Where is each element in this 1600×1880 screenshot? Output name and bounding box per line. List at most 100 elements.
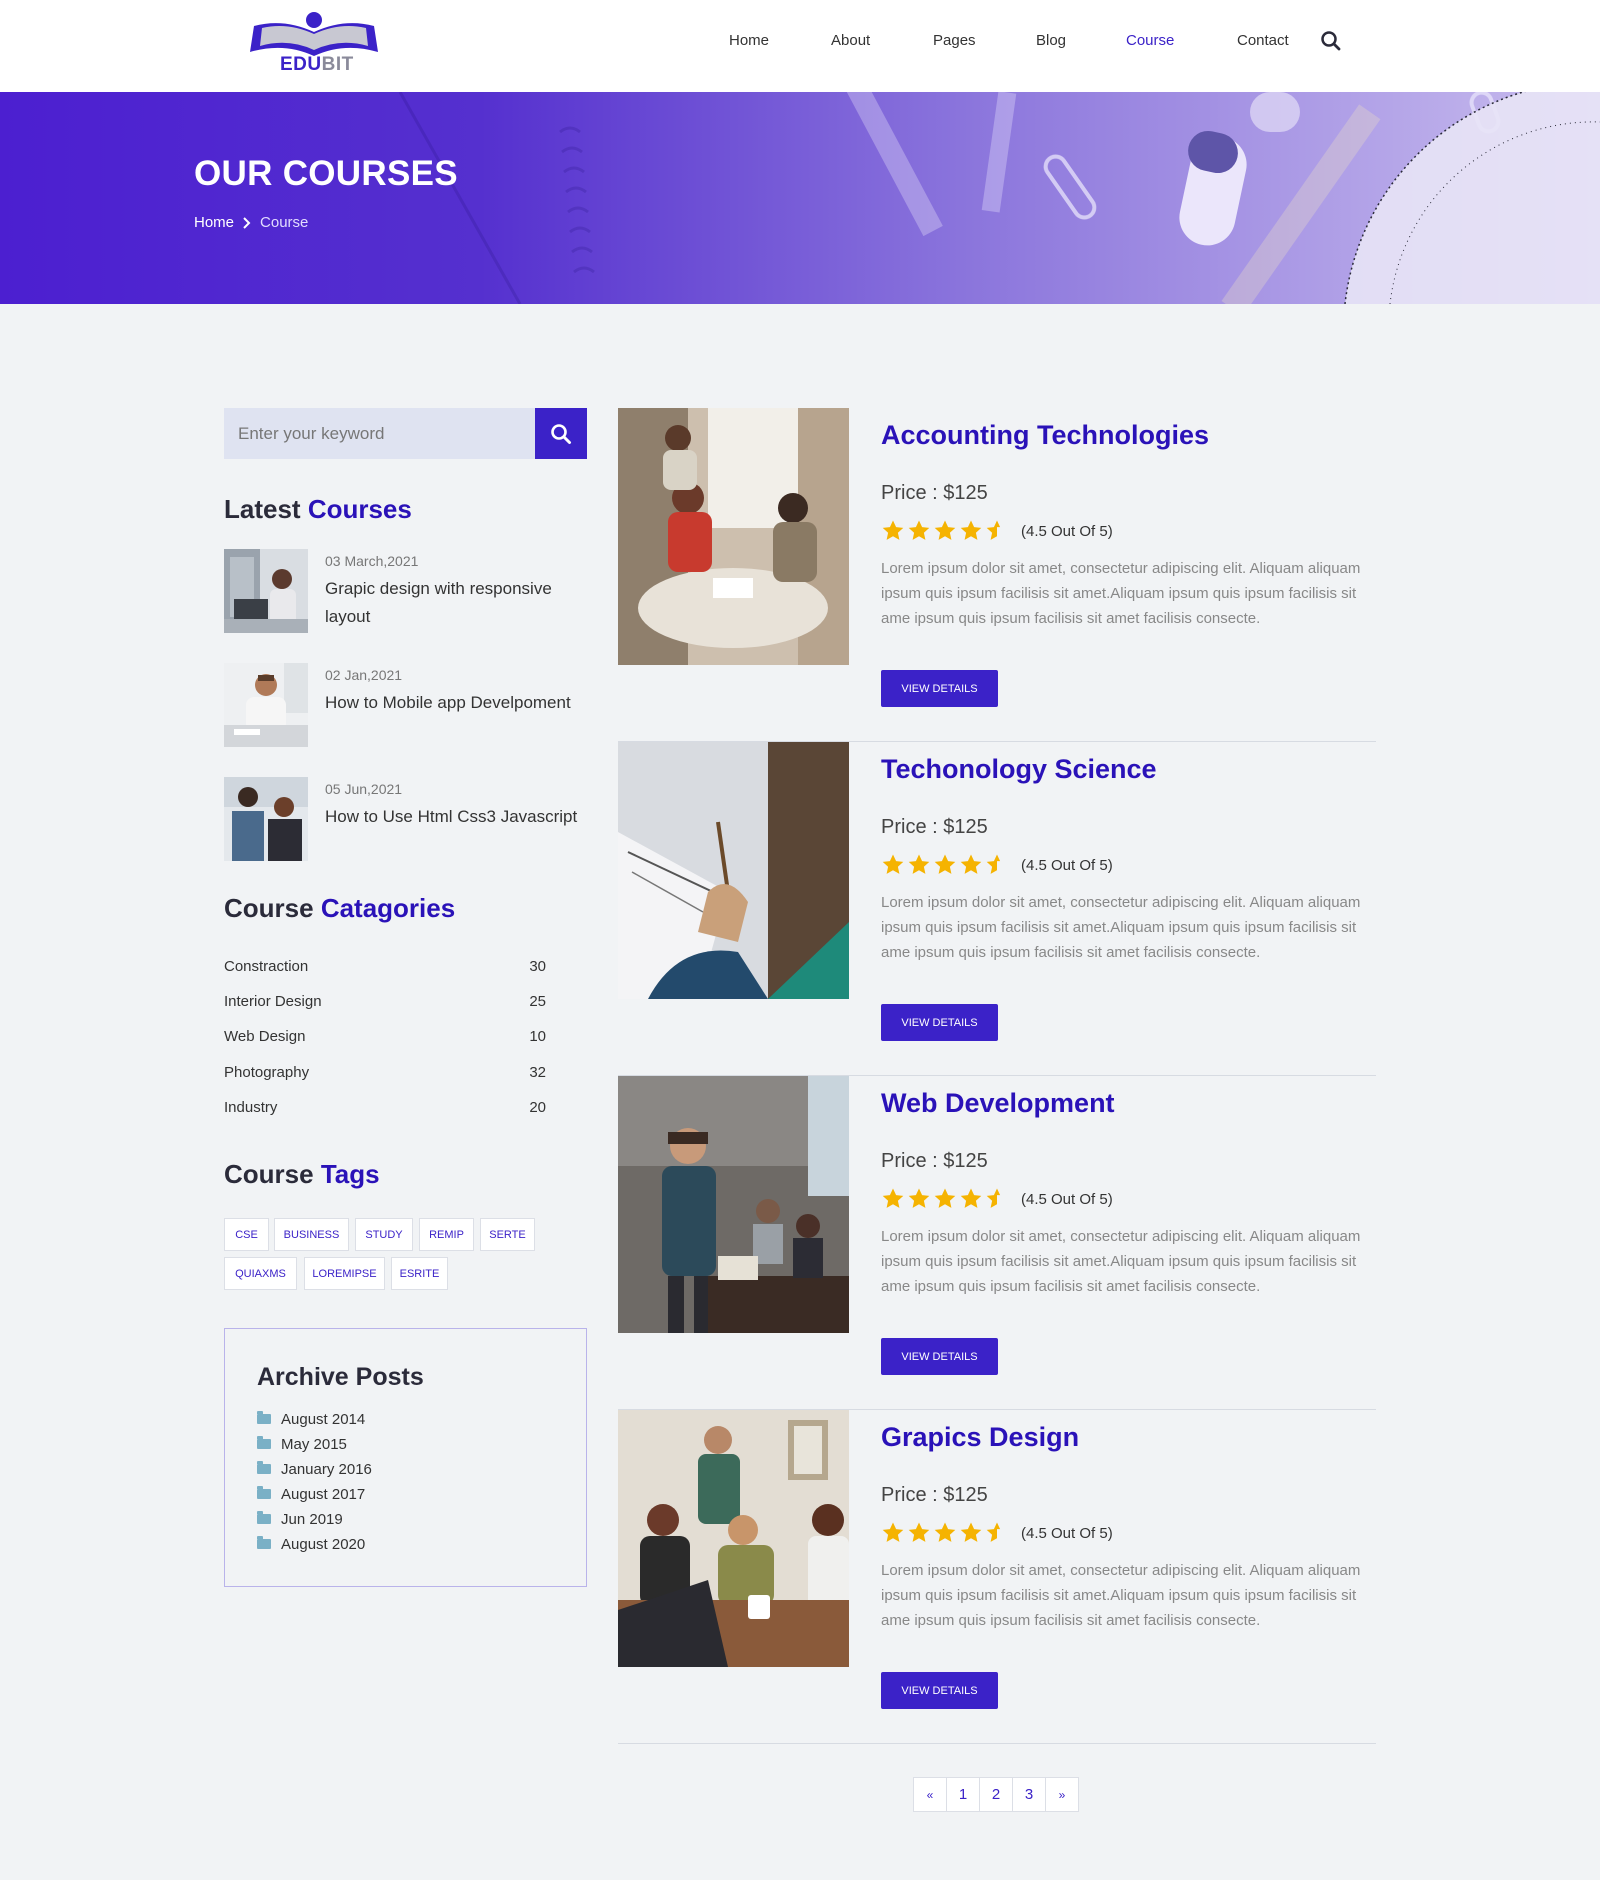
nav-pages[interactable]: Pages xyxy=(933,32,976,49)
archive-item-label: January 2016 xyxy=(281,1460,372,1478)
category-name: Web Design xyxy=(224,1028,306,1045)
category-count: 32 xyxy=(529,1064,546,1081)
category-item[interactable]: Web Design 10 xyxy=(224,1028,546,1050)
pagination-page-1[interactable]: 1 xyxy=(946,1777,980,1812)
nav-about[interactable]: About xyxy=(831,32,870,49)
star-icon xyxy=(960,1188,982,1208)
star-icon xyxy=(882,1188,904,1208)
course-description: Lorem ipsum dolor sit amet, consectetur … xyxy=(881,894,1361,961)
categories-heading: Course Catagories xyxy=(224,893,455,924)
archive-item[interactable]: January 2016 xyxy=(257,1459,372,1479)
course-title[interactable]: Grapics Design xyxy=(881,1422,1079,1453)
archive-item[interactable]: August 2017 xyxy=(257,1484,365,1504)
latest-course-thumbnail xyxy=(224,663,308,747)
course-description: Lorem ipsum dolor sit amet, consectetur … xyxy=(881,560,1361,627)
chevron-right-icon xyxy=(243,216,251,229)
category-name: Photography xyxy=(224,1064,310,1081)
course-title[interactable]: Accounting Technologies xyxy=(881,420,1209,451)
course-rating: (4.5 Out Of 5) xyxy=(881,1520,1113,1546)
tag-remip[interactable]: REMIP xyxy=(419,1218,474,1251)
course-price: Price : $125 xyxy=(881,1484,988,1506)
course-title[interactable]: Web Development xyxy=(881,1088,1115,1119)
tag-quiaxms[interactable]: QUIAXMS xyxy=(224,1257,297,1290)
star-icon xyxy=(908,854,930,874)
category-item[interactable]: Industry 20 xyxy=(224,1099,546,1121)
view-details-button[interactable]: VIEW DETAILS xyxy=(881,670,998,707)
star-icon xyxy=(882,854,904,874)
archive-title: Archive Posts xyxy=(257,1363,424,1391)
course-image[interactable] xyxy=(618,408,849,665)
pagination-next[interactable]: » xyxy=(1045,1777,1079,1812)
course-title[interactable]: Techonology Science xyxy=(881,754,1157,785)
archive-item-label: August 2014 xyxy=(281,1410,366,1428)
pagination-page-3[interactable]: 3 xyxy=(1012,1777,1046,1812)
main-nav: Home About Pages Blog Course Contact xyxy=(0,32,1600,54)
view-details-button[interactable]: VIEW DETAILS xyxy=(881,1672,998,1709)
tag-esrite[interactable]: ESRITE xyxy=(391,1257,448,1290)
tag-study[interactable]: STUDY xyxy=(355,1218,413,1251)
latest-heading-a: Latest xyxy=(224,494,301,524)
archive-item[interactable]: Jun 2019 xyxy=(257,1509,343,1529)
folder-icon xyxy=(257,1436,271,1449)
tag-serte[interactable]: SERTE xyxy=(480,1218,535,1251)
nav-home[interactable]: Home xyxy=(729,32,769,49)
tag-cse[interactable]: CSE xyxy=(224,1218,269,1251)
view-details-button[interactable]: VIEW DETAILS xyxy=(881,1338,998,1375)
star-icon xyxy=(934,520,956,540)
archive-item[interactable]: August 2020 xyxy=(257,1534,365,1554)
rating-text: (4.5 Out Of 5) xyxy=(1021,1190,1113,1208)
star-icon xyxy=(908,1522,930,1542)
latest-course-title[interactable]: How to Use Html Css3 Javascript xyxy=(325,803,595,831)
category-item[interactable]: Interior Design 25 xyxy=(224,993,546,1015)
categories-heading-a: Course xyxy=(224,893,314,923)
search-input[interactable] xyxy=(224,408,535,459)
course-rating: (4.5 Out Of 5) xyxy=(881,852,1113,878)
category-count: 20 xyxy=(529,1099,546,1116)
latest-course-date: 02 Jan,2021 xyxy=(325,667,403,683)
archive-item[interactable]: May 2015 xyxy=(257,1434,347,1454)
category-item[interactable]: Photography 32 xyxy=(224,1064,546,1086)
archive-item[interactable]: August 2014 xyxy=(257,1409,365,1429)
category-count: 10 xyxy=(529,1028,546,1045)
search-icon xyxy=(551,423,571,444)
folder-icon xyxy=(257,1461,271,1474)
tag-loremipse[interactable]: LOREMIPSE xyxy=(304,1257,385,1290)
star-icon xyxy=(960,854,982,874)
view-details-button[interactable]: VIEW DETAILS xyxy=(881,1004,998,1041)
search-button[interactable] xyxy=(535,408,587,459)
latest-course-title[interactable]: Grapic design with responsive layout xyxy=(325,575,595,631)
latest-course-item[interactable]: 05 Jun,2021 How to Use Html Css3 Javascr… xyxy=(224,777,594,861)
nav-blog[interactable]: Blog xyxy=(1036,32,1066,49)
archive-item-label: Jun 2019 xyxy=(281,1510,343,1528)
latest-course-thumbnail xyxy=(224,549,308,633)
star-icon xyxy=(882,1522,904,1542)
sidebar-search xyxy=(224,408,587,459)
course-image[interactable] xyxy=(618,742,849,999)
course-card: Accounting Technologies Price : $125 (4.… xyxy=(618,408,1376,742)
pagination-prev[interactable]: « xyxy=(913,1777,947,1812)
archive-posts-box: Archive Posts August 2014 May 2015 Janua… xyxy=(224,1328,587,1587)
latest-courses-heading: Latest Courses xyxy=(224,494,412,525)
latest-course-title[interactable]: How to Mobile app Develpoment xyxy=(325,689,595,717)
search-icon[interactable] xyxy=(1320,30,1342,52)
star-icon xyxy=(934,854,956,874)
pagination-page-2[interactable]: 2 xyxy=(979,1777,1013,1812)
nav-course[interactable]: Course xyxy=(1126,32,1174,49)
course-description: Lorem ipsum dolor sit amet, consectetur … xyxy=(881,1562,1361,1629)
breadcrumb-home[interactable]: Home xyxy=(194,214,234,231)
tag-business[interactable]: BUSINESS xyxy=(274,1218,349,1251)
category-item[interactable]: Constraction 30 xyxy=(224,958,546,980)
categories-heading-b: Catagories xyxy=(320,893,456,923)
course-image[interactable] xyxy=(618,1410,849,1667)
brand-name-a: EDU xyxy=(280,54,322,75)
rating-text: (4.5 Out Of 5) xyxy=(1021,856,1113,874)
nav-contact[interactable]: Contact xyxy=(1237,32,1289,49)
course-image[interactable] xyxy=(618,1076,849,1333)
latest-heading-b: Courses xyxy=(307,494,412,524)
breadcrumb-current: Course xyxy=(260,214,309,231)
star-half-icon xyxy=(986,1522,1001,1542)
banner-background-decoration xyxy=(398,92,1600,304)
star-icon xyxy=(960,520,982,540)
latest-course-item[interactable]: 03 March,2021 Grapic design with respons… xyxy=(224,549,594,633)
latest-course-item[interactable]: 02 Jan,2021 How to Mobile app Develpomen… xyxy=(224,663,594,747)
